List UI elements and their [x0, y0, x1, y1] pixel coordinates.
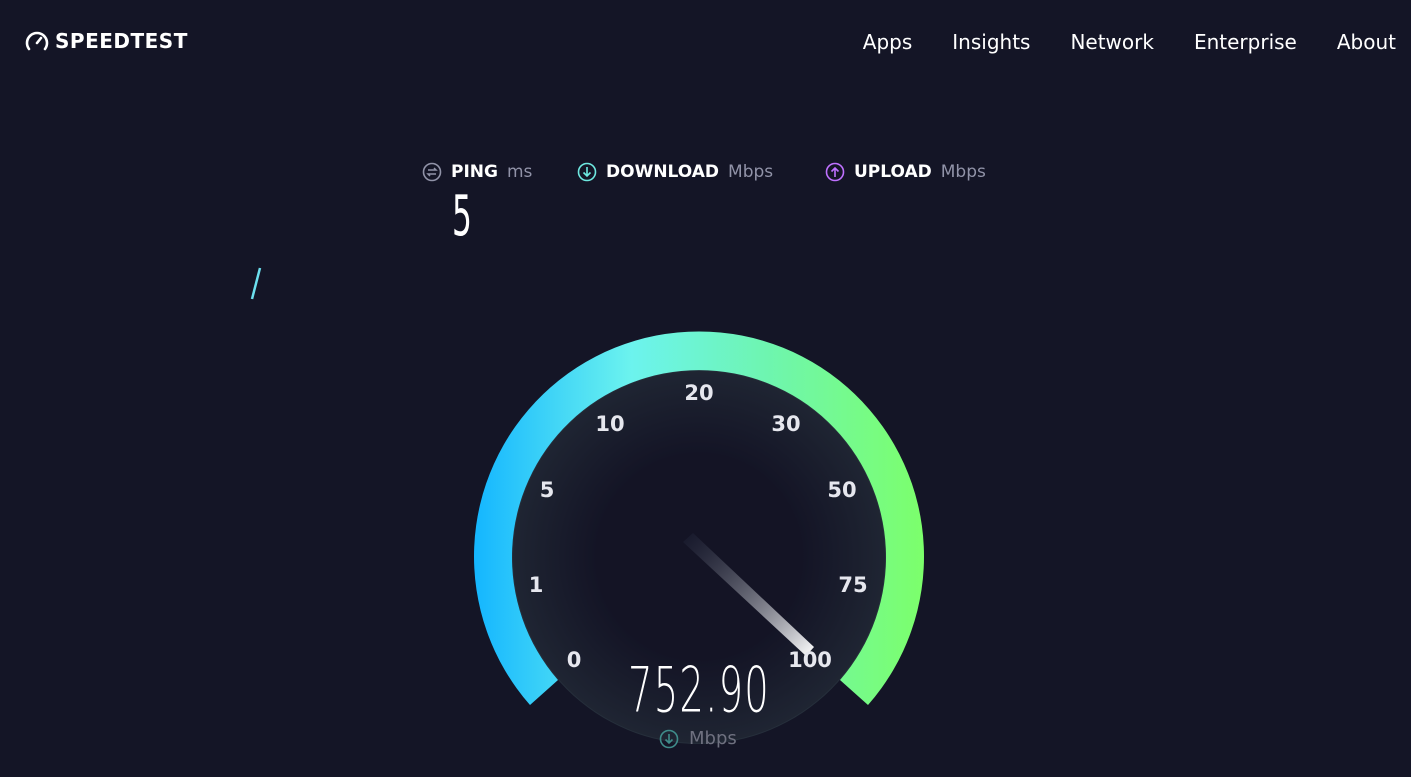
scale-label-5: 5	[539, 478, 555, 502]
scale-label-30: 30	[771, 412, 801, 436]
speed-unit-label: Mbps	[689, 728, 737, 749]
scale-label-10: 10	[595, 412, 625, 436]
scale-label-20: 20	[684, 381, 714, 405]
download-icon	[659, 729, 679, 748]
scale-label-0: 0	[566, 648, 582, 672]
scale-label-100: 100	[788, 648, 832, 672]
speed-unit: Mbps	[659, 728, 737, 749]
scale-label-1: 1	[528, 573, 544, 597]
scale-label-50: 50	[827, 478, 857, 502]
scale-label-75: 75	[838, 573, 868, 597]
gauge-slash-mark	[250, 267, 262, 300]
speed-reading: 752.90	[628, 653, 770, 727]
